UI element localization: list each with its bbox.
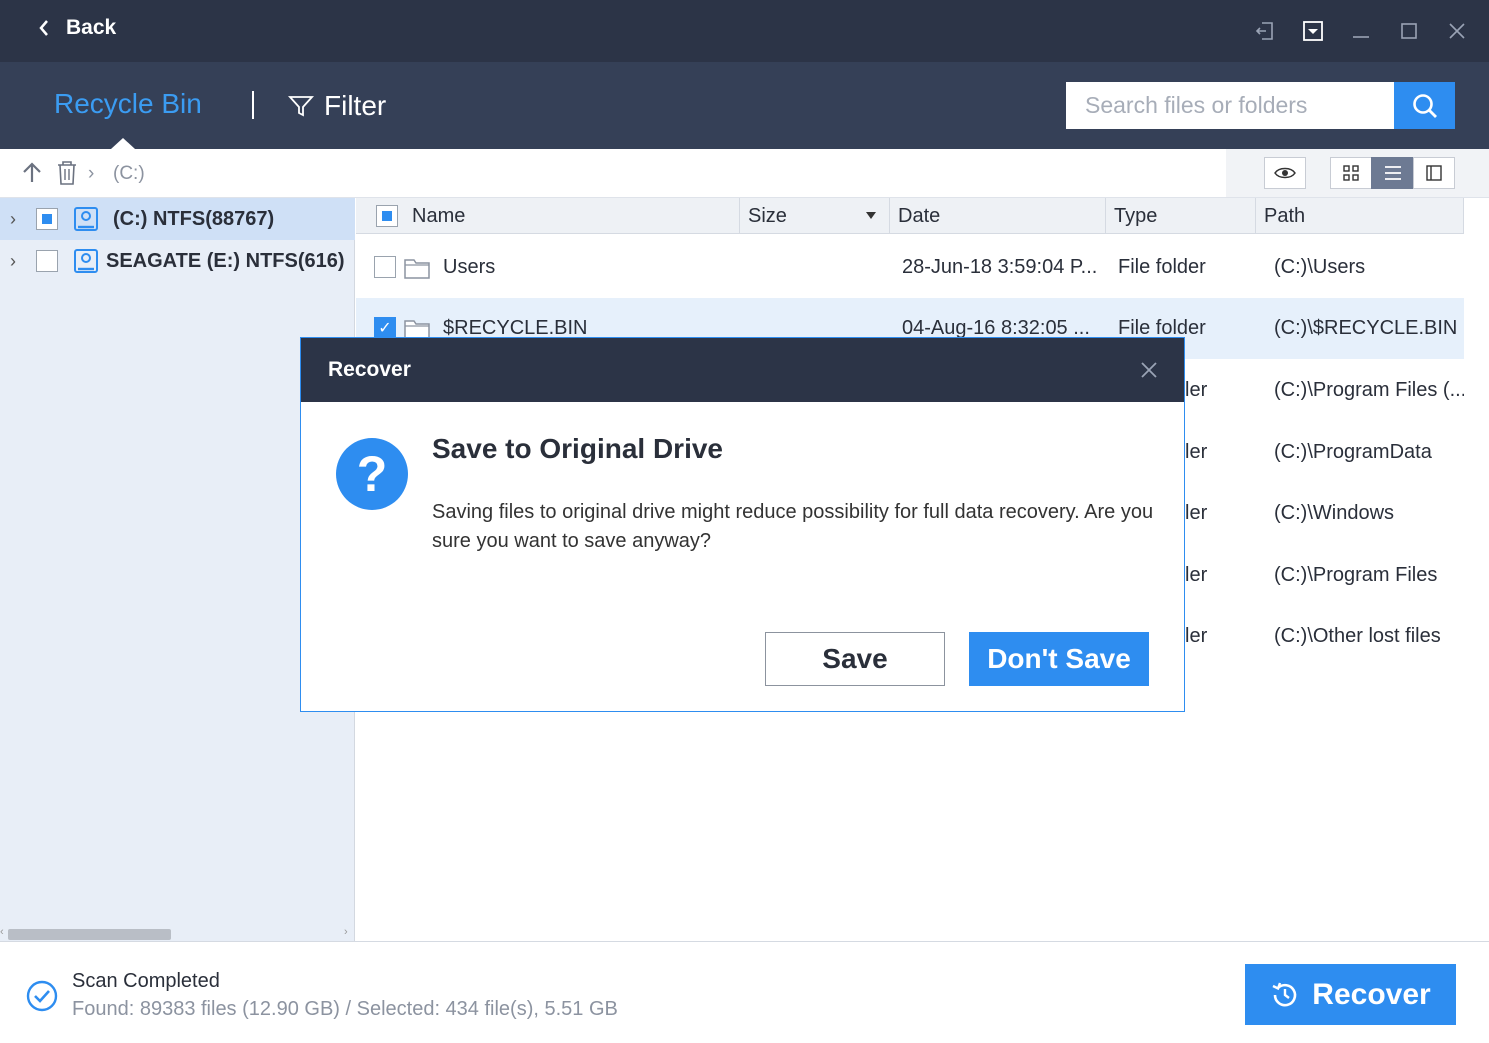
- check-circle-icon: [26, 980, 58, 1012]
- close-icon[interactable]: [1444, 18, 1470, 44]
- cell-path: (C:)\Windows: [1274, 502, 1395, 524]
- drive-icon: [74, 249, 98, 273]
- detail-view-button[interactable]: [1413, 157, 1455, 189]
- filter-label: Filter: [324, 90, 387, 121]
- panel-icon: [1426, 165, 1442, 181]
- back-label: Back: [66, 16, 117, 39]
- tree-item-c-drive[interactable]: › (C:) NTFS(88767): [0, 198, 355, 240]
- list-icon: [1384, 166, 1401, 180]
- cell-date: 28-Jun-18 3:59:04 P...: [902, 256, 1098, 278]
- column-date[interactable]: Date: [890, 198, 1106, 234]
- save-button[interactable]: Save: [765, 632, 945, 686]
- recover-label: Recover: [1312, 977, 1431, 1011]
- scan-status: Scan Completed: [72, 970, 220, 992]
- sort-down-icon: [866, 212, 876, 219]
- signout-icon[interactable]: [1252, 18, 1278, 44]
- back-button[interactable]: Back: [38, 16, 116, 40]
- question-icon: ?: [336, 438, 408, 510]
- recycle-bin-icon: [58, 161, 76, 185]
- drive-icon: [74, 207, 98, 231]
- chevron-right-icon[interactable]: ›: [10, 251, 16, 272]
- column-path-label: Path: [1264, 204, 1306, 227]
- select-all-checkbox[interactable]: [376, 205, 398, 227]
- column-date-label: Date: [898, 204, 941, 227]
- search-input[interactable]: [1066, 82, 1394, 129]
- tree-item-label: SEAGATE (E:) NTFS(616): [106, 249, 345, 272]
- tree-item-e-drive[interactable]: › SEAGATE (E:) NTFS(616): [0, 240, 355, 282]
- eye-icon: [1274, 167, 1296, 179]
- grid-icon: [1343, 165, 1359, 181]
- tree-checkbox-c[interactable]: [36, 208, 58, 230]
- column-name-label: Name: [412, 204, 466, 227]
- cell-type: File folder: [1118, 256, 1206, 278]
- column-name[interactable]: Name: [356, 198, 740, 234]
- breadcrumb[interactable]: (C:): [113, 163, 145, 185]
- table-row[interactable]: Users 28-Jun-18 3:59:04 P... File folder…: [356, 237, 1464, 298]
- scan-summary: Found: 89383 files (12.90 GB) / Selected…: [72, 998, 618, 1020]
- cell-type: ler: [1185, 502, 1208, 524]
- tree-checkbox-e[interactable]: [36, 250, 58, 272]
- column-size[interactable]: Size: [740, 198, 890, 234]
- column-path[interactable]: Path: [1256, 198, 1464, 234]
- cell-type: ler: [1185, 625, 1208, 647]
- column-size-label: Size: [748, 204, 787, 227]
- cell-path: (C:)\Users: [1274, 256, 1366, 278]
- preview-button[interactable]: [1264, 157, 1306, 189]
- maximize-icon[interactable]: [1396, 18, 1422, 44]
- dropdown-menu-icon[interactable]: [1300, 18, 1326, 44]
- breadcrumb-separator-icon: ›: [88, 163, 95, 184]
- cell-type: ler: [1185, 564, 1208, 586]
- dialog-close-icon[interactable]: [1137, 358, 1161, 382]
- minimize-icon[interactable]: [1348, 18, 1374, 44]
- cell-path: (C:)\Program Files: [1274, 564, 1438, 586]
- dialog-message: Saving files to original drive might red…: [432, 501, 1154, 552]
- scroll-left-icon[interactable]: ‹: [0, 926, 4, 938]
- cell-path: (C:)\ProgramData: [1274, 441, 1432, 463]
- dont-save-button[interactable]: Don't Save: [969, 632, 1149, 686]
- tab-recycle-bin[interactable]: Recycle Bin: [54, 88, 202, 120]
- dialog-header: Recover: [301, 338, 1184, 402]
- dialog-title: Recover: [328, 358, 411, 381]
- column-type[interactable]: Type: [1106, 198, 1256, 234]
- view-controls: [1226, 149, 1489, 197]
- arrow-up-icon[interactable]: [20, 161, 44, 185]
- toolbar: › (C:): [0, 149, 1489, 198]
- title-bar: Back: [0, 0, 1489, 62]
- active-tab-indicator: [111, 138, 135, 149]
- cell-path: (C:)\Other lost files: [1274, 625, 1441, 647]
- header-divider: [252, 91, 254, 119]
- cell-type: ler: [1185, 441, 1208, 463]
- filter-button[interactable]: Filter: [288, 90, 386, 122]
- cell-type: ler: [1185, 379, 1208, 401]
- recover-button[interactable]: Recover: [1245, 964, 1456, 1025]
- main-header: Recycle Bin Filter: [0, 62, 1489, 149]
- tree-item-label: (C:) NTFS(88767): [113, 207, 275, 230]
- cell-path: (C:)\Program Files (...: [1274, 379, 1464, 401]
- row-checkbox[interactable]: [374, 256, 396, 278]
- recover-dialog: Recover ? Save to Original Drive Saving …: [300, 337, 1185, 712]
- cell-name: Users: [443, 256, 496, 278]
- search-button[interactable]: [1394, 82, 1455, 129]
- scroll-right-icon[interactable]: ›: [344, 926, 348, 938]
- dialog-heading: Save to Original Drive: [432, 433, 723, 464]
- chevron-left-icon: [39, 20, 48, 36]
- grid-view-button[interactable]: [1330, 157, 1372, 189]
- sidebar-scrollbar[interactable]: ‹ ›: [0, 926, 355, 941]
- history-icon: [1272, 982, 1297, 1006]
- scrollbar-thumb[interactable]: [8, 929, 171, 940]
- search-icon: [1412, 93, 1437, 118]
- chevron-right-icon[interactable]: ›: [10, 209, 16, 230]
- row-checkbox[interactable]: ✓: [374, 317, 396, 339]
- status-footer: Scan Completed Found: 89383 files (12.90…: [0, 941, 1489, 1043]
- cell-path: (C:)\$RECYCLE.BIN: [1274, 317, 1458, 339]
- table-header: Name Size Date Type Path: [356, 198, 1464, 234]
- filter-icon: [288, 96, 314, 117]
- column-type-label: Type: [1114, 204, 1158, 227]
- list-view-button[interactable]: [1371, 157, 1414, 189]
- folder-icon: [404, 259, 430, 279]
